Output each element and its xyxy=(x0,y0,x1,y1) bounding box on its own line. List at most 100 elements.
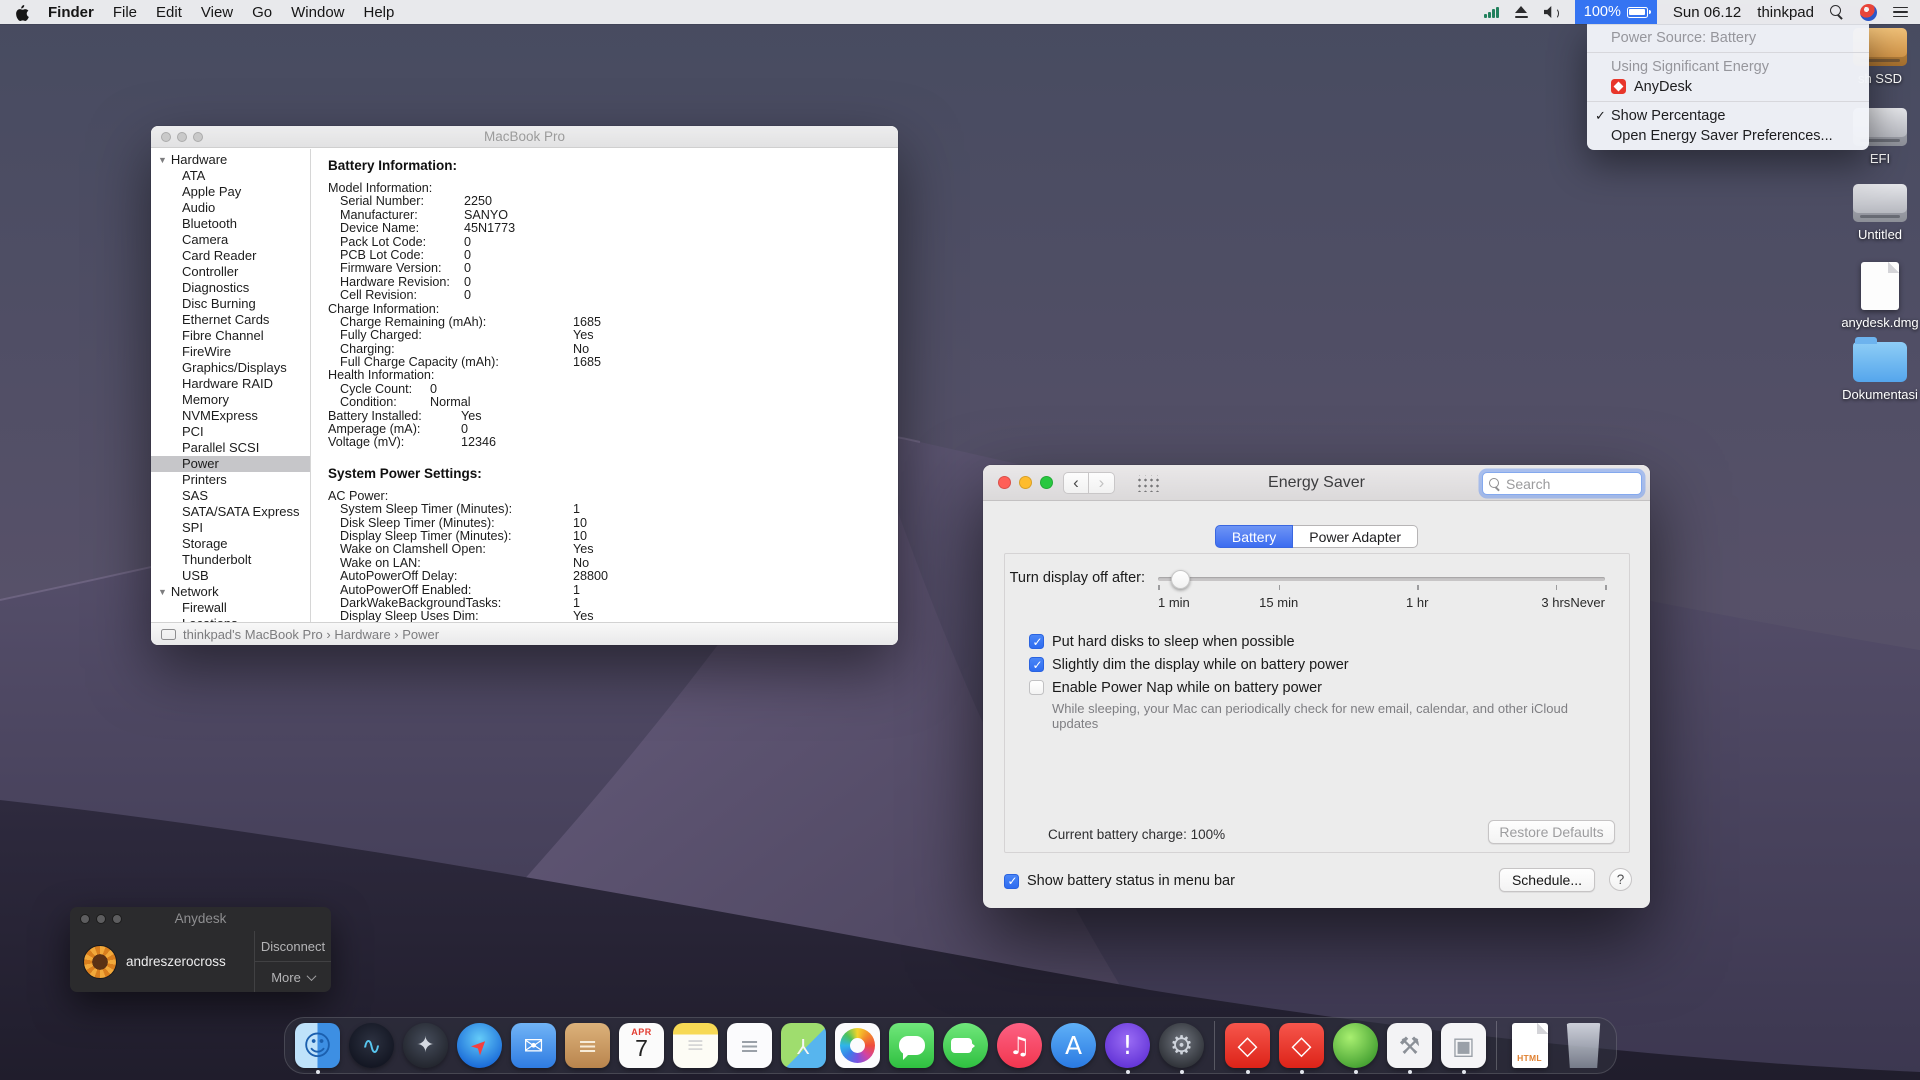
dock-anydesk-installer[interactable]: ◇ xyxy=(1277,1021,1326,1070)
dock-facetime[interactable] xyxy=(941,1021,990,1070)
sidebar-item-firewire[interactable]: FireWire xyxy=(151,344,310,360)
close-button[interactable] xyxy=(161,132,171,142)
spotlight-icon[interactable] xyxy=(1830,5,1844,19)
sidebar-item-power[interactable]: Power xyxy=(151,456,310,472)
sidebar-item-firewall[interactable]: Firewall xyxy=(151,600,310,616)
dock-safari[interactable]: ➤ xyxy=(455,1021,504,1070)
sidebar-item-nvmexpress[interactable]: NVMExpress xyxy=(151,408,310,424)
close-button[interactable] xyxy=(80,914,90,924)
sidebar-item-printers[interactable]: Printers xyxy=(151,472,310,488)
sidebar-item-ata[interactable]: ATA xyxy=(151,168,310,184)
dock-maps[interactable]: Y xyxy=(779,1021,828,1070)
eject-icon[interactable] xyxy=(1515,6,1528,18)
sidebar-item-sas[interactable]: SAS xyxy=(151,488,310,504)
dock-calendar[interactable]: APR7 xyxy=(617,1021,666,1070)
checkbox[interactable] xyxy=(1029,680,1044,695)
zoom-button[interactable] xyxy=(112,914,122,924)
menu-go[interactable]: Go xyxy=(252,4,272,21)
tab-power-adapter[interactable]: Power Adapter xyxy=(1293,525,1418,548)
disclosure-triangle-icon[interactable]: ▼ xyxy=(158,587,167,597)
minimize-button[interactable] xyxy=(96,914,106,924)
dock-contacts[interactable]: ≡ xyxy=(563,1021,612,1070)
sidebar-item-thunderbolt[interactable]: Thunderbolt xyxy=(151,552,310,568)
sidebar-item-memory[interactable]: Memory xyxy=(151,392,310,408)
battery-menu-item[interactable]: 100% xyxy=(1575,0,1657,24)
menu-item-anydesk[interactable]: AnyDesk xyxy=(1587,77,1869,97)
disclosure-triangle-icon[interactable]: ▼ xyxy=(158,155,167,165)
sidebar-item-audio[interactable]: Audio xyxy=(151,200,310,216)
dock-music[interactable]: ♫ xyxy=(995,1021,1044,1070)
checkbox[interactable] xyxy=(1029,657,1044,672)
display-off-slider[interactable]: 1 min15 min1 hr3 hrsNever xyxy=(1158,564,1605,616)
sidebar-item-usb[interactable]: USB xyxy=(151,568,310,584)
slider-thumb[interactable] xyxy=(1171,570,1190,589)
desktop-icon-anydesk-dmg[interactable]: anydesk.dmg xyxy=(1832,262,1920,330)
restore-defaults-button[interactable]: Restore Defaults xyxy=(1488,820,1615,844)
sidebar-item-storage[interactable]: Storage xyxy=(151,536,310,552)
dock-mail[interactable]: ✉ xyxy=(509,1021,558,1070)
minimize-button[interactable] xyxy=(177,132,187,142)
dock-finder[interactable]: ☺ xyxy=(293,1021,342,1070)
help-button[interactable]: ? xyxy=(1609,868,1632,891)
sidebar-item-fibre-channel[interactable]: Fibre Channel xyxy=(151,328,310,344)
signal-strength-icon[interactable] xyxy=(1484,6,1499,18)
sidebar-item-sata-sata-express[interactable]: SATA/SATA Express xyxy=(151,504,310,520)
menu-view[interactable]: View xyxy=(201,4,233,21)
volume-icon[interactable] xyxy=(1544,6,1559,18)
show-battery-status-checkbox[interactable] xyxy=(1004,874,1019,889)
sidebar-item-graphics-displays[interactable]: Graphics/Displays xyxy=(151,360,310,376)
desktop-icon-dokumentasi[interactable]: Dokumentasi xyxy=(1832,342,1920,402)
sidebar-item-disc-burning[interactable]: Disc Burning xyxy=(151,296,310,312)
dock-utilities[interactable]: ⚒ xyxy=(1385,1021,1434,1070)
dock-photos[interactable] xyxy=(833,1021,882,1070)
menu-help[interactable]: Help xyxy=(364,4,395,21)
dock-notes[interactable]: ≡ xyxy=(671,1021,720,1070)
dock-launchpad[interactable]: ✦ xyxy=(401,1021,450,1070)
sidebar-item-spi[interactable]: SPI xyxy=(151,520,310,536)
sidebar-item-camera[interactable]: Camera xyxy=(151,232,310,248)
active-app-menu[interactable]: Finder xyxy=(48,4,94,21)
menu-edit[interactable]: Edit xyxy=(156,4,182,21)
dock-system-preferences[interactable]: ⚙ xyxy=(1157,1021,1206,1070)
dock-archive-utility[interactable]: ▣ xyxy=(1439,1021,1488,1070)
notification-center-icon[interactable] xyxy=(1893,7,1908,18)
menu-file[interactable]: File xyxy=(113,4,137,21)
menu-window[interactable]: Window xyxy=(291,4,344,21)
apple-menu-icon[interactable] xyxy=(14,4,29,21)
sidebar-item-bluetooth[interactable]: Bluetooth xyxy=(151,216,310,232)
slider-track[interactable] xyxy=(1158,577,1605,581)
desktop-icon-untitled[interactable]: Untitled xyxy=(1832,184,1920,242)
sidebar-item-network[interactable]: ▼Network xyxy=(151,584,310,600)
zoom-button[interactable] xyxy=(193,132,203,142)
menu-item-show-percentage[interactable]: ✓Show Percentage xyxy=(1587,106,1869,126)
sidebar-item-parallel-scsi[interactable]: Parallel SCSI xyxy=(151,440,310,456)
sidebar-item-hardware-raid[interactable]: Hardware RAID xyxy=(151,376,310,392)
more-button[interactable]: More xyxy=(255,961,331,992)
menu-item-open-energy-prefs[interactable]: Open Energy Saver Preferences... xyxy=(1587,126,1869,146)
sidebar-item-diagnostics[interactable]: Diagnostics xyxy=(151,280,310,296)
dock-siri[interactable]: ∿ xyxy=(347,1021,396,1070)
dock-reminders[interactable]: ≡ xyxy=(725,1021,774,1070)
schedule-button[interactable]: Schedule... xyxy=(1499,868,1595,892)
dock-anydesk[interactable]: ◇ xyxy=(1223,1021,1272,1070)
dock-installer-alert[interactable]: ! xyxy=(1103,1021,1152,1070)
anydesk-tray-icon[interactable] xyxy=(1860,4,1877,21)
sidebar-item-hardware[interactable]: ▼Hardware xyxy=(151,152,310,168)
dock-green-sphere-app[interactable] xyxy=(1331,1021,1380,1070)
disconnect-button[interactable]: Disconnect xyxy=(255,931,331,961)
menu-bar-clock[interactable]: Sun 06.12 xyxy=(1673,4,1741,21)
dock-trash[interactable] xyxy=(1559,1021,1608,1070)
search-input[interactable] xyxy=(1483,473,1641,494)
sidebar-item-apple-pay[interactable]: Apple Pay xyxy=(151,184,310,200)
sidebar-item-controller[interactable]: Controller xyxy=(151,264,310,280)
checkbox[interactable] xyxy=(1029,634,1044,649)
search-field[interactable] xyxy=(1482,472,1642,495)
dock-app-store[interactable]: A xyxy=(1049,1021,1098,1070)
dock-messages[interactable] xyxy=(887,1021,936,1070)
sidebar-item-ethernet-cards[interactable]: Ethernet Cards xyxy=(151,312,310,328)
energy-saver-titlebar[interactable]: ‹ › Energy Saver xyxy=(983,465,1650,501)
tab-battery[interactable]: Battery xyxy=(1215,525,1293,548)
system-information-titlebar[interactable]: MacBook Pro xyxy=(151,126,898,148)
dock-html-file[interactable]: HTML xyxy=(1505,1021,1554,1070)
anydesk-titlebar[interactable]: Anydesk xyxy=(70,907,331,931)
